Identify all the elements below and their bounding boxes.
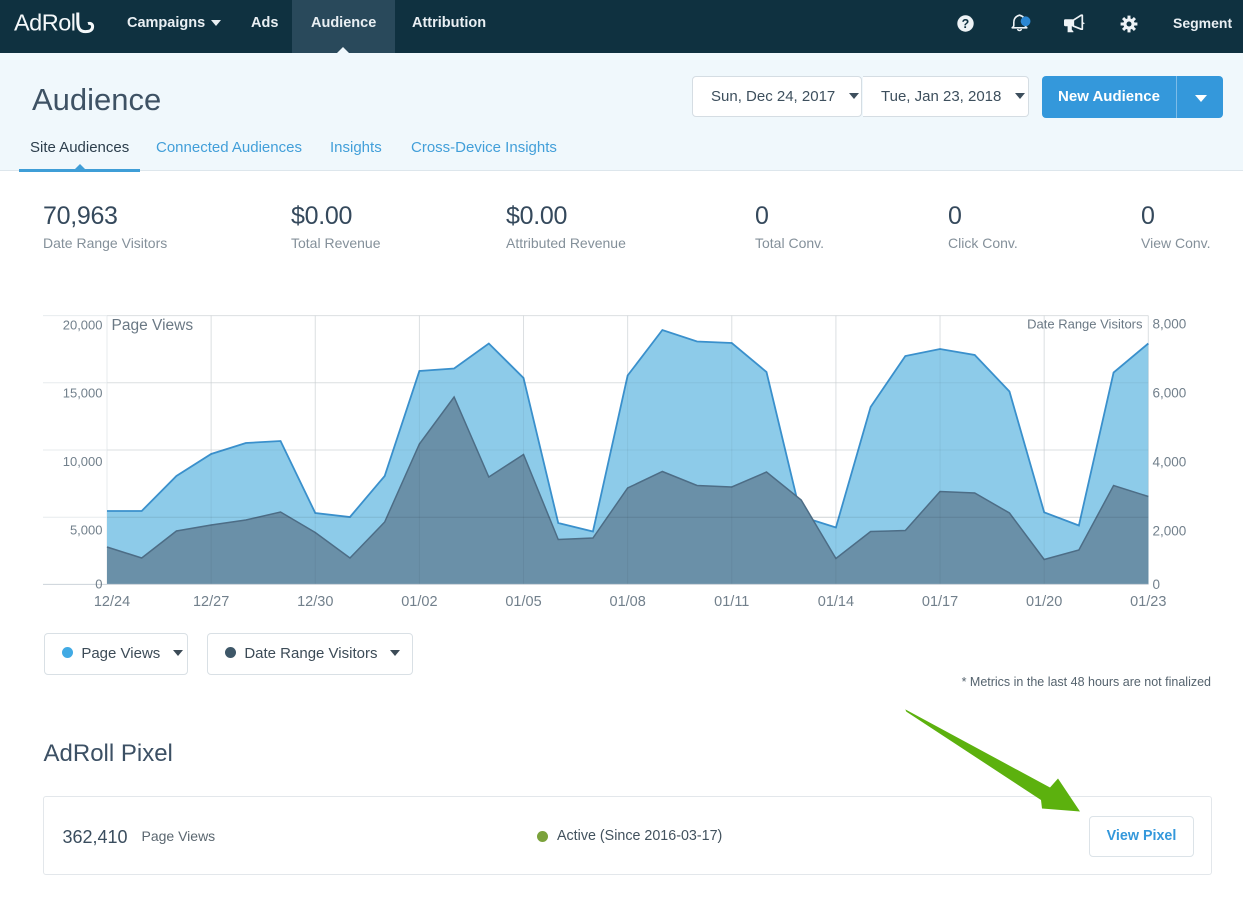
svg-text:15,000: 15,000 <box>63 386 103 401</box>
svg-text:01/20: 01/20 <box>1026 594 1062 610</box>
svg-text:01/17: 01/17 <box>922 594 958 610</box>
svg-text:4,000: 4,000 <box>1153 455 1187 470</box>
svg-text:12/24: 12/24 <box>94 594 130 610</box>
svg-text:01/14: 01/14 <box>818 594 854 610</box>
svg-text:12/30: 12/30 <box>297 594 333 610</box>
svg-text:5,000: 5,000 <box>70 523 103 538</box>
svg-text:6,000: 6,000 <box>1153 386 1187 401</box>
svg-text:2,000: 2,000 <box>1153 524 1187 539</box>
svg-text:01/05: 01/05 <box>505 594 541 610</box>
svg-text:0: 0 <box>1153 577 1161 592</box>
svg-text:01/08: 01/08 <box>610 594 646 610</box>
svg-text:8,000: 8,000 <box>1153 317 1187 332</box>
svg-text:Date Range Visitors: Date Range Visitors <box>1027 317 1143 332</box>
svg-text:01/23: 01/23 <box>1130 594 1166 610</box>
svg-text:01/11: 01/11 <box>714 594 749 610</box>
svg-text:01/02: 01/02 <box>401 594 437 610</box>
svg-text:0: 0 <box>95 577 102 592</box>
svg-text:10,000: 10,000 <box>63 454 103 469</box>
svg-text:12/27: 12/27 <box>193 594 229 610</box>
svg-text:20,000: 20,000 <box>63 318 103 333</box>
svg-text:Page Views: Page Views <box>112 317 194 334</box>
